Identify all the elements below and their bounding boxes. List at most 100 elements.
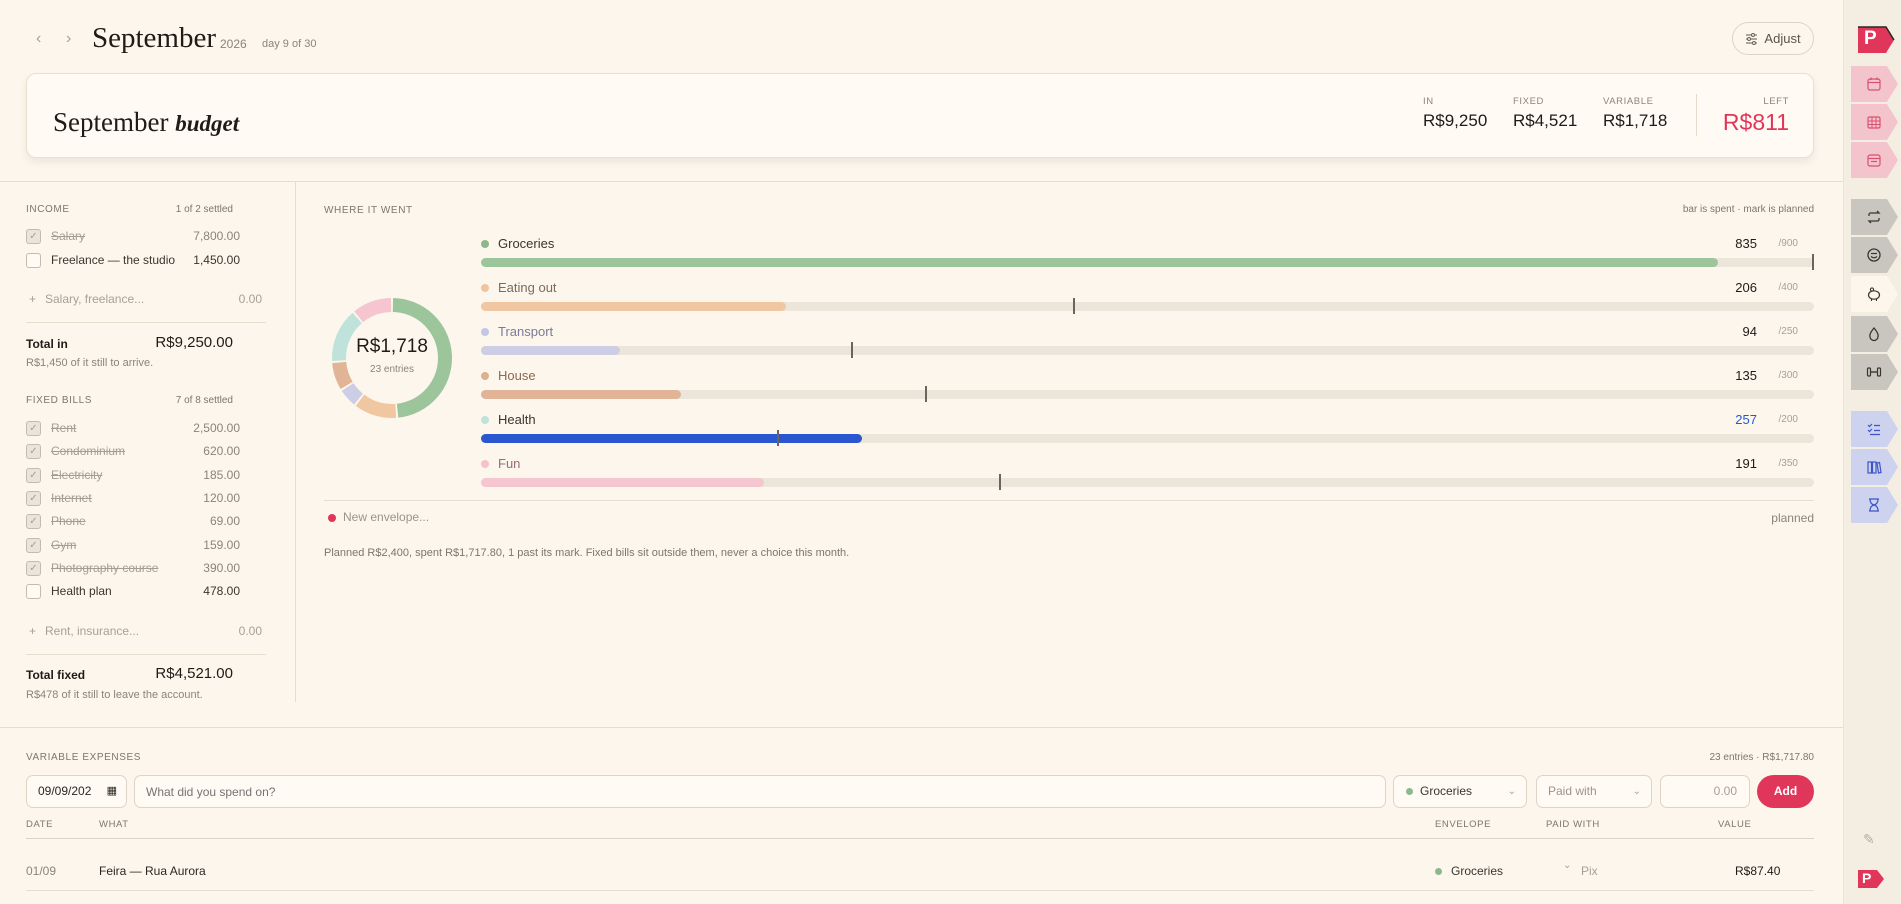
checkbox[interactable]: ✓ [26,490,41,506]
income-item[interactable]: ✓ Salary 7,800.00 [26,228,240,246]
variable-expenses-label: VARIABLE EXPENSES [26,752,142,763]
rail-tab-calendar-day[interactable] [1851,66,1899,102]
envelope-row[interactable]: Health 257/200 [481,411,1814,451]
fixed-bill-item[interactable]: ✓ Condominium 620.00 [26,443,240,461]
envelope-track [481,298,1814,314]
chevron-down-icon: ⌄ [1563,860,1572,871]
spent-bar [481,434,862,443]
calendar-icon[interactable]: ▦ [107,776,117,807]
chevron-down-icon: ⌄ [1632,786,1641,797]
envelope-row[interactable]: Groceries 835/900 [481,235,1814,275]
income-name: Salary [51,229,86,243]
fixed-bill-item[interactable]: ✓ Phone 69.00 [26,513,240,531]
rail-tab-calendar-week[interactable] [1851,142,1899,178]
budget-title-script: budget [175,111,240,136]
stat-variable-label: VARIABLE [1603,96,1654,107]
envelope-planned: /350 [1778,458,1798,469]
what-input[interactable] [134,775,1386,808]
table-row[interactable]: 01/09 Feira — Rua Aurora Groceries ⌄ Pix… [26,860,1814,882]
rail-tab-drop[interactable] [1851,316,1899,352]
checkbox[interactable]: ✓ [26,444,41,460]
year-label: 2026 [220,37,247,51]
envelope-row[interactable]: House 135/300 [481,367,1814,407]
row-envelope[interactable]: Groceries [1451,864,1503,878]
adjust-label: Adjust [1764,31,1801,46]
day-of-month: day 9 of 30 [262,38,317,50]
envelope-spent: 257 [1735,412,1757,427]
rail-tab-calendar-grid[interactable] [1851,104,1899,140]
planned-input[interactable]: planned [1771,511,1814,525]
envelope-dot [481,328,489,336]
checkbox[interactable]: ✓ [26,229,41,244]
fixed-bill-item[interactable]: ✓ Photography course 390.00 [26,560,240,578]
rail-tab-piggy-bank[interactable] [1851,276,1899,312]
adjust-button[interactable]: Adjust [1732,22,1814,55]
envelope-spent: 206 [1735,280,1757,295]
paid-with-select[interactable]: Paid with ⌄ [1536,775,1652,808]
new-envelope-input[interactable]: New envelope... [343,510,429,524]
stat-fixed: FIXED R$4,521 [1513,96,1577,131]
rail-tab-dumbbell[interactable] [1851,354,1899,390]
envelope-select[interactable]: Groceries ⌄ [1393,775,1527,808]
checkbox[interactable]: ✓ [26,467,41,483]
checkbox[interactable]: ✓ [26,537,41,553]
repeat-icon [1867,210,1881,224]
envelope-track [481,474,1814,490]
column-value: VALUE [1718,819,1752,830]
envelope-row[interactable]: Fun 191/350 [481,455,1814,495]
envelope-name: Health [498,412,536,427]
spent-bar [481,258,1718,267]
books-icon [1867,461,1882,474]
rail-tab-hourglass[interactable] [1851,487,1899,523]
fixed-bill-amount: 185.00 [203,467,240,482]
stat-left-label: LEFT [1763,96,1789,107]
app-logo-small[interactable]: P [1857,868,1885,890]
fixed-bill-amount: 159.00 [203,537,240,552]
fixed-total-value: R$4,521.00 [155,665,233,682]
chevron-left-icon[interactable]: ‹ [36,30,41,48]
envelope-dot [1406,788,1413,795]
logo-letter: P [1864,28,1877,49]
fixed-bill-amount: 69.00 [209,514,240,529]
fixed-bill-item[interactable]: ✓ Electricity 185.00 [26,467,240,485]
envelope-select-value: Groceries [1420,784,1473,798]
rail-tab-repeat[interactable] [1851,199,1899,235]
app-logo[interactable]: P [1857,25,1895,55]
checkbox[interactable] [26,584,41,600]
fixed-bill-amount: 620.00 [203,444,240,459]
rail-tab-face[interactable] [1851,237,1899,273]
rail-tab-books[interactable] [1851,449,1899,485]
fixed-bills-meta: 7 of 8 settled [175,395,233,406]
envelope-spent: 835 [1735,236,1757,251]
income-item[interactable]: Freelance — the studio 1,450.00 [26,252,240,270]
add-expense-button[interactable]: Add [1757,775,1814,808]
column-date: DATE [26,819,54,830]
income-label: INCOME [26,204,70,215]
checkbox[interactable]: ✓ [26,421,41,436]
checkbox[interactable] [26,252,41,268]
fixed-bill-item[interactable]: ✓ Internet 120.00 [26,490,240,508]
chevron-right-icon[interactable]: › [66,30,71,48]
spent-bar [481,346,621,355]
fixed-bill-name: Health plan [51,584,112,599]
rail-tab-checklist[interactable] [1851,411,1899,447]
envelope-row[interactable]: Transport 94/250 [481,323,1814,363]
fixed-bill-name: Internet [51,490,92,505]
envelope-track [481,430,1814,446]
calendar-day-icon [1867,77,1881,91]
fixed-bill-item[interactable]: ✓ Rent 2,500.00 [26,420,240,438]
envelope-track [481,254,1814,270]
fixed-bill-item[interactable]: Health plan 478.00 [26,583,240,601]
fixed-bill-item[interactable]: ✓ Gym 159.00 [26,537,240,555]
row-paid-with[interactable]: Pix [1581,864,1598,878]
envelope-row[interactable]: Eating out 206/400 [481,279,1814,319]
checkbox[interactable]: ✓ [26,560,41,576]
checkbox[interactable]: ✓ [26,514,41,530]
value-input[interactable]: 0.00 [1660,775,1750,808]
dumbbell-icon [1866,367,1882,377]
fixed-bill-name: Condominium [51,444,126,459]
planned-mark [1812,254,1814,270]
pencil-icon[interactable]: ✎ [1863,831,1875,848]
spent-bar [481,390,681,399]
date-input[interactable]: 09/09/202 ▦ [26,775,127,808]
